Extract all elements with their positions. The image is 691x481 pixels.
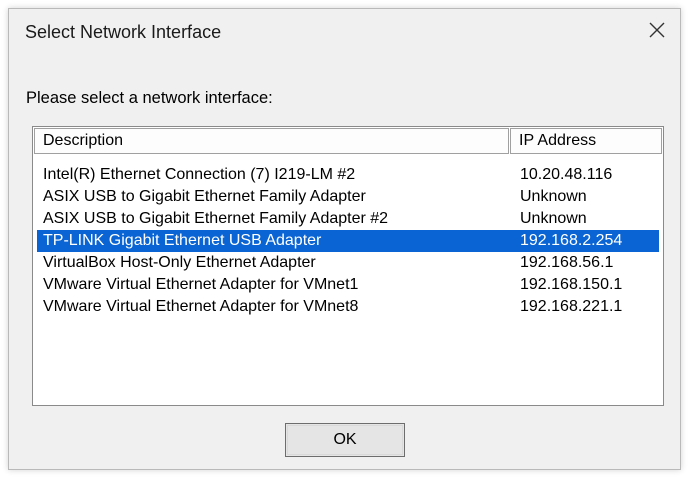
title-bar: Select Network Interface (9, 9, 680, 55)
list-item[interactable]: Intel(R) Ethernet Connection (7) I219-LM… (33, 164, 663, 186)
interface-description: ASIX USB to Gigabit Ethernet Family Adap… (43, 188, 366, 205)
list-item[interactable]: VMware Virtual Ethernet Adapter for VMne… (33, 296, 663, 318)
list-item-selected[interactable]: TP-LINK Gigabit Ethernet USB Adapter 192… (37, 230, 659, 252)
list-item[interactable]: ASIX USB to Gigabit Ethernet Family Adap… (33, 186, 663, 208)
prompt-label: Please select a network interface: (26, 89, 273, 107)
interface-ip: 192.168.56.1 (520, 254, 614, 271)
network-interface-list[interactable]: Description IP Address Intel(R) Ethernet… (32, 126, 664, 406)
list-item[interactable]: VMware Virtual Ethernet Adapter for VMne… (33, 274, 663, 296)
interface-ip: 192.168.221.1 (520, 298, 623, 315)
interface-ip: 192.168.150.1 (520, 276, 623, 293)
dialog-title: Select Network Interface (25, 22, 222, 42)
close-icon (648, 21, 666, 44)
list-header: Description IP Address (33, 127, 663, 155)
interface-ip: 10.20.48.116 (520, 166, 613, 183)
list-item[interactable]: ASIX USB to Gigabit Ethernet Family Adap… (33, 208, 663, 230)
interface-ip: Unknown (520, 188, 587, 205)
interface-ip: Unknown (520, 210, 587, 227)
select-network-interface-dialog: Select Network Interface Please select a… (8, 8, 681, 470)
interface-description: Intel(R) Ethernet Connection (7) I219-LM… (43, 166, 356, 183)
interface-description: VirtualBox Host-Only Ethernet Adapter (43, 254, 316, 271)
list-item[interactable]: VirtualBox Host-Only Ethernet Adapter 19… (33, 252, 663, 274)
interface-description: VMware Virtual Ethernet Adapter for VMne… (43, 298, 359, 315)
interface-description: TP-LINK Gigabit Ethernet USB Adapter (43, 232, 322, 249)
ok-button[interactable]: OK (285, 423, 405, 457)
close-button[interactable] (638, 13, 676, 51)
interface-description: ASIX USB to Gigabit Ethernet Family Adap… (43, 210, 389, 227)
column-header-description[interactable]: Description (34, 128, 509, 154)
column-header-ip-address[interactable]: IP Address (510, 128, 662, 154)
interface-description: VMware Virtual Ethernet Adapter for VMne… (43, 276, 359, 293)
list-rows: Intel(R) Ethernet Connection (7) I219-LM… (33, 164, 663, 318)
interface-ip: 192.168.2.254 (520, 232, 623, 249)
